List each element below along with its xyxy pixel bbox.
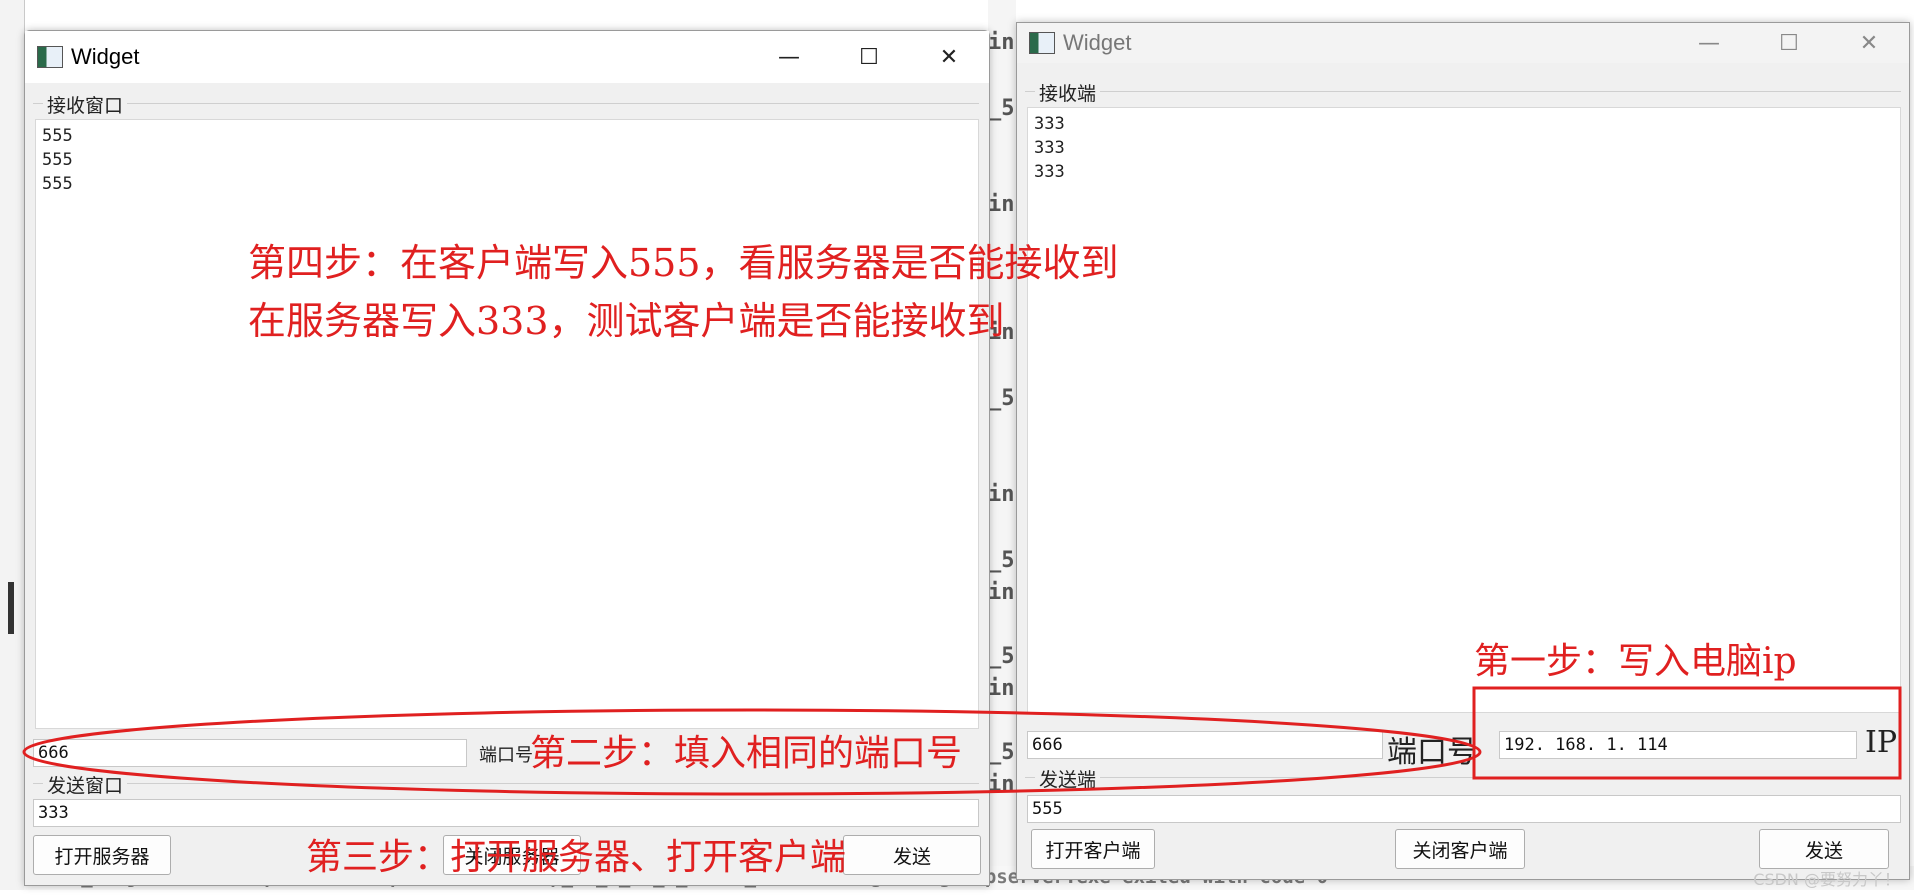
terminal-scroll-marker	[8, 582, 14, 634]
group-divider	[33, 783, 979, 784]
window-title: Widget	[1063, 30, 1132, 55]
port-label: 端口号	[479, 745, 533, 766]
received-line: 555	[42, 174, 73, 194]
ip-label: IP	[1865, 725, 1898, 760]
app-icon	[37, 46, 63, 68]
close-icon[interactable]: ✕	[1829, 23, 1909, 63]
terminal-visible-strip: in _5 in in _5 in _5 in _5 in _5 in	[988, 0, 1016, 890]
title-bar[interactable]: Widget — ☐ ✕	[1017, 23, 1909, 63]
terminal-text-fragment: in	[988, 580, 1015, 605]
terminal-text-fragment: _5	[988, 386, 1015, 411]
maximize-icon[interactable]: ☐	[1749, 23, 1829, 63]
terminal-text-fragment: in	[988, 192, 1015, 217]
step1-annotation: 第一步：写入电脑ip	[1474, 641, 1797, 682]
received-line: 333	[1034, 162, 1065, 182]
received-line: 333	[1034, 114, 1065, 134]
group-divider	[33, 103, 979, 104]
open-client-button[interactable]: 打开客户端	[1031, 829, 1155, 869]
terminal-text-fragment: in	[988, 482, 1015, 507]
terminal-text-fragment: _5	[988, 96, 1015, 121]
client-window: Widget — ☐ ✕ 接收端 333 333 333 666 端口号 192…	[1016, 22, 1910, 880]
received-line: 555	[42, 126, 73, 146]
port-input[interactable]: 666	[33, 739, 467, 767]
group-divider	[1025, 777, 1901, 778]
received-line: 555	[42, 150, 73, 170]
step2-annotation: 第二步：填入相同的端口号	[530, 733, 963, 774]
open-server-button[interactable]: 打开服务器	[33, 835, 171, 875]
group-divider	[1025, 91, 1901, 92]
app-icon	[1029, 32, 1055, 54]
window-title: Widget	[71, 44, 140, 69]
step4-annotation-line2: 在服务器写入333，测试客户端是否能接收到	[248, 299, 1005, 343]
send-input[interactable]: 333	[33, 799, 979, 827]
close-icon[interactable]: ✕	[909, 31, 989, 83]
terminal-text-fragment: in	[988, 30, 1015, 55]
watermark: CSDN @要努力丫！	[1753, 870, 1900, 889]
port-input[interactable]: 666	[1027, 731, 1383, 759]
terminal-text-fragment: _5	[988, 644, 1015, 669]
title-bar[interactable]: Widget — ☐ ✕	[25, 31, 989, 83]
send-group-label: 发送端	[1035, 765, 1101, 792]
terminal-text-fragment: in	[988, 772, 1015, 797]
send-button[interactable]: 发送	[843, 835, 981, 875]
receive-group-label: 接收端	[1035, 79, 1101, 106]
ip-input[interactable]: 192. 168. 1. 114	[1499, 731, 1857, 759]
terminal-text-fragment: in	[988, 676, 1015, 701]
close-client-button[interactable]: 关闭客户端	[1395, 829, 1525, 869]
terminal-text-fragment: _5	[988, 548, 1015, 573]
port-label: 端口号	[1387, 735, 1477, 770]
receive-textarea[interactable]: 333 333 333	[1027, 107, 1901, 713]
receive-textarea[interactable]: 555 555 555	[35, 119, 979, 729]
receive-group-label: 接收窗口	[43, 91, 128, 118]
minimize-icon[interactable]: —	[749, 31, 829, 83]
terminal-text-fragment: _5	[988, 740, 1015, 765]
send-group-label: 发送窗口	[43, 771, 128, 798]
step4-annotation-line1: 第四步：在客户端写入555，看服务器是否能接收到	[248, 241, 1119, 285]
received-line: 333	[1034, 138, 1065, 158]
step3-annotation: 第三步：打开服务器、打开客户端	[306, 837, 847, 878]
minimize-icon[interactable]: —	[1669, 23, 1749, 63]
send-input[interactable]: 555	[1027, 795, 1901, 823]
terminal-left-edge	[0, 0, 25, 890]
maximize-icon[interactable]: ☐	[829, 31, 909, 83]
send-button[interactable]: 发送	[1759, 829, 1889, 869]
